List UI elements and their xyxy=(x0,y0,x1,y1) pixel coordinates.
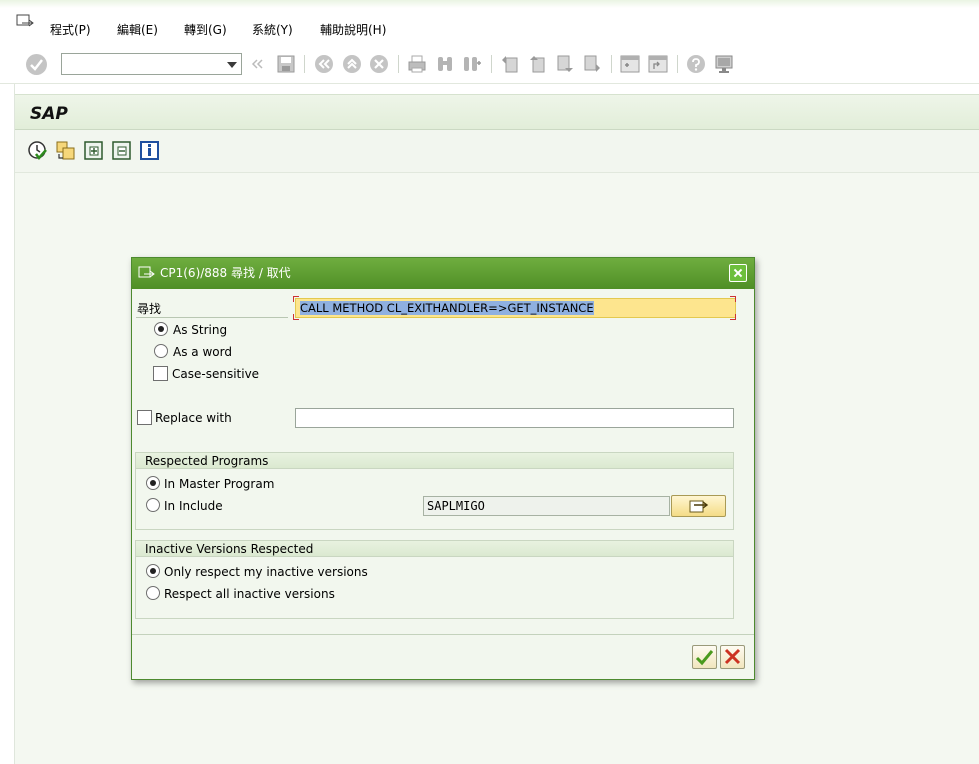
search-input[interactable]: CALL METHOD CL_EXITHANDLER=>GET_INSTANCE xyxy=(295,298,736,318)
as-string-label: As String xyxy=(173,323,228,337)
inactive-versions-header: Inactive Versions Respected xyxy=(145,542,314,556)
dialog-titlebar[interactable]: CP1(6)/888 尋找 / 取代 xyxy=(132,258,754,289)
collapse-icon[interactable] xyxy=(111,140,132,161)
replace-label: Replace with xyxy=(155,411,232,425)
in-include-radio[interactable] xyxy=(146,498,160,512)
expand-icon[interactable] xyxy=(83,140,104,161)
toolbar-separator xyxy=(304,55,305,73)
previous-page-icon[interactable] xyxy=(528,54,548,74)
print-icon[interactable] xyxy=(407,54,427,74)
title-bar: SAP xyxy=(15,94,979,130)
menu-item-program[interactable]: 程式(P) xyxy=(50,21,91,38)
master-program-label: In Master Program xyxy=(164,477,275,491)
replace-checkbox[interactable] xyxy=(137,410,152,425)
label-underline xyxy=(136,317,288,318)
menu-item-system[interactable]: 系統(Y) xyxy=(252,21,293,38)
in-include-label: In Include xyxy=(164,499,223,513)
my-inactive-label: Only respect my inactive versions xyxy=(164,565,368,579)
layout-icon[interactable] xyxy=(714,54,734,74)
save-icon[interactable] xyxy=(276,54,296,74)
search-label: 尋找 xyxy=(137,302,162,316)
test-icon[interactable] xyxy=(27,140,48,161)
chevron-down-icon[interactable] xyxy=(227,62,237,68)
replace-input[interactable] xyxy=(295,408,734,428)
include-select-button[interactable] xyxy=(671,495,726,517)
field-marker xyxy=(293,314,299,320)
exit-icon[interactable] xyxy=(342,54,362,74)
shortcut-icon[interactable] xyxy=(648,54,668,74)
check-icon xyxy=(695,650,714,666)
menu-item-goto[interactable]: 轉到(G) xyxy=(184,21,227,38)
toolbar-separator xyxy=(611,55,612,73)
continue-button[interactable] xyxy=(692,645,717,669)
menu-item-edit[interactable]: 編輯(E) xyxy=(117,21,158,38)
toolbar-separator xyxy=(398,55,399,73)
select-program-icon xyxy=(689,500,709,513)
as-string-radio[interactable] xyxy=(154,322,168,336)
first-page-icon[interactable] xyxy=(500,54,520,74)
next-page-icon[interactable] xyxy=(555,54,575,74)
field-marker xyxy=(730,314,736,320)
as-word-radio[interactable] xyxy=(154,344,168,358)
master-program-radio[interactable] xyxy=(146,476,160,490)
dialog-title: CP1(6)/888 尋找 / 取代 xyxy=(160,266,291,280)
create-session-icon[interactable] xyxy=(620,54,640,74)
left-strip xyxy=(0,84,15,764)
command-field[interactable] xyxy=(61,53,242,75)
inactive-versions-group: Inactive Versions Respected xyxy=(135,540,734,619)
display-object-icon[interactable] xyxy=(55,140,76,161)
all-inactive-radio[interactable] xyxy=(146,586,160,600)
enter-icon[interactable] xyxy=(26,54,47,75)
all-inactive-label: Respect all inactive versions xyxy=(164,587,335,601)
help-icon[interactable] xyxy=(686,54,706,74)
find-next-icon[interactable] xyxy=(462,54,482,74)
close-icon[interactable] xyxy=(729,264,747,282)
my-inactive-radio[interactable] xyxy=(146,564,160,578)
footer-divider xyxy=(132,634,754,635)
cancel-icon[interactable] xyxy=(369,54,389,74)
case-sensitive-checkbox[interactable] xyxy=(153,366,168,381)
group-header: Respected Programs xyxy=(136,453,733,469)
standard-toolbar xyxy=(0,44,979,84)
respected-programs-header: Respected Programs xyxy=(145,454,269,468)
last-page-icon[interactable] xyxy=(582,54,602,74)
info-icon[interactable] xyxy=(139,140,160,161)
include-input[interactable]: SAPLMIGO xyxy=(423,496,670,516)
system-menu-icon[interactable] xyxy=(16,14,34,30)
screen-title: SAP xyxy=(30,104,68,124)
application-toolbar xyxy=(15,130,979,173)
cancel-x-icon xyxy=(724,648,741,665)
find-icon[interactable] xyxy=(435,54,455,74)
search-input-value: CALL METHOD CL_EXITHANDLER=>GET_INSTANCE xyxy=(300,301,594,315)
field-marker xyxy=(730,296,736,302)
respected-programs-group: Respected Programs xyxy=(135,452,734,530)
as-word-label: As a word xyxy=(173,345,232,359)
field-marker xyxy=(293,296,299,302)
back-icon[interactable] xyxy=(314,54,334,74)
double-left-arrow-icon xyxy=(251,59,263,69)
system-menu-icon[interactable] xyxy=(138,265,156,281)
include-input-value: SAPLMIGO xyxy=(427,499,485,513)
menu-bar: 程式(P) 編輯(E) 轉到(G) 系統(Y) 輔助說明(H) xyxy=(0,0,979,44)
find-replace-dialog: CP1(6)/888 尋找 / 取代 尋找 CALL METHOD CL_EXI… xyxy=(131,257,755,680)
menu-item-help[interactable]: 輔助說明(H) xyxy=(320,21,386,38)
toolbar-separator xyxy=(491,55,492,73)
case-sensitive-label: Case-sensitive xyxy=(172,367,260,381)
group-header: Inactive Versions Respected xyxy=(136,541,733,557)
toolbar-separator xyxy=(677,55,678,73)
cancel-button[interactable] xyxy=(720,645,745,669)
